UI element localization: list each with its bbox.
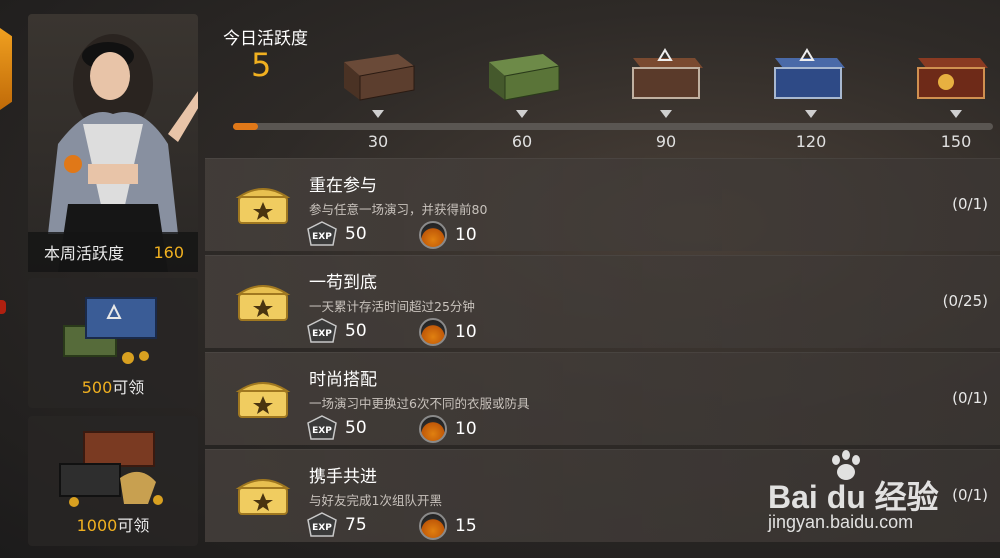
weekly-reward-1000[interactable]: 1000可领 [28, 416, 198, 546]
task-title: 携手共进 [309, 467, 377, 487]
milestone-label-30: 30 [367, 132, 389, 151]
milestone-chest-150[interactable] [910, 44, 990, 106]
exp-reward: EXP 75 [307, 512, 367, 538]
gold-coin-icon [419, 415, 447, 443]
milestone-marker-icon [805, 110, 817, 118]
reward-crate-icon [63, 297, 157, 364]
gold-coin-icon [419, 221, 447, 249]
side-menu-tab[interactable] [0, 28, 12, 110]
baidu-jingyan-watermark: Bai du 经验 jingyan.baidu.com [768, 450, 1000, 550]
milestone-marker-icon [950, 110, 962, 118]
exp-amount: 75 [345, 515, 367, 535]
gold-amount: 10 [455, 322, 477, 342]
svg-text:EXP: EXP [312, 426, 332, 436]
gold-amount: 10 [455, 419, 477, 439]
gold-reward: 10 [419, 318, 477, 346]
task-title: 一苟到底 [309, 273, 377, 293]
exp-badge-icon: EXP [307, 415, 337, 440]
exp-reward: EXP 50 [307, 318, 367, 344]
milestone-label-90: 90 [655, 132, 677, 151]
svg-text:EXP: EXP [312, 329, 332, 339]
treasure-chest-icon [235, 382, 291, 418]
treasure-chest-icon [235, 188, 291, 224]
task-title: 时尚搭配 [309, 370, 377, 390]
weekly-activity-value: 160 [153, 242, 184, 262]
gold-reward: 10 [419, 221, 477, 249]
exp-reward: EXP 50 [307, 415, 367, 441]
reward-1000-label: 1000可领 [76, 516, 150, 535]
milestone-label-150: 150 [940, 132, 972, 151]
exp-amount: 50 [345, 418, 367, 438]
gold-reward: 10 [419, 415, 477, 443]
sidebar: 本周活跃度 160 500可领 1000可领 [28, 14, 198, 558]
activity-progress-fill [233, 123, 259, 130]
watermark-url: jingyan.baidu.com [768, 512, 914, 532]
milestone-label-60: 60 [511, 132, 533, 151]
milestone-marker-icon [660, 110, 672, 118]
treasure-chest-icon [235, 479, 291, 515]
svg-text:EXP: EXP [312, 523, 332, 533]
reward-crate-stack-icon [59, 431, 163, 507]
today-activity-value: 5 [251, 46, 272, 84]
exp-amount: 50 [345, 224, 367, 244]
weekly-activity-bar: 本周活跃度 160 [28, 232, 198, 272]
task-row[interactable]: 时尚搭配 一场演习中更换过6次不同的衣服或防具 EXP 50 10 (0/1) [205, 352, 1000, 445]
milestone-marker-icon [372, 110, 384, 118]
reward-500-label: 500可领 [81, 378, 145, 397]
daily-activity-progress: 今日活跃度 5 30 60 90 120 150 [205, 14, 1000, 154]
task-progress: (0/1) [952, 195, 988, 213]
side-notice-dot [0, 300, 6, 314]
exp-reward: EXP 50 [307, 221, 367, 247]
milestone-chest-90[interactable] [625, 44, 705, 106]
gold-amount: 15 [455, 516, 477, 536]
exp-amount: 50 [345, 321, 367, 341]
activity-progress-track [233, 123, 993, 130]
milestone-chest-60[interactable] [483, 44, 563, 106]
task-title: 重在参与 [309, 176, 377, 196]
exp-badge-icon: EXP [307, 512, 337, 537]
milestone-chest-120[interactable] [767, 44, 847, 106]
milestone-chest-30[interactable] [338, 44, 418, 106]
exp-badge-icon: EXP [307, 318, 337, 343]
gold-reward: 15 [419, 512, 477, 540]
task-progress: (0/25) [942, 292, 988, 310]
task-description: 与好友完成1次组队开黑 [309, 493, 442, 508]
weekly-activity-label: 本周活跃度 [44, 244, 125, 263]
task-row[interactable]: 一苟到底 一天累计存活时间超过25分钟 EXP 50 10 (0/25) [205, 255, 1000, 348]
gold-coin-icon [419, 318, 447, 346]
milestone-marker-icon [516, 110, 528, 118]
task-description: 一天累计存活时间超过25分钟 [309, 299, 475, 314]
svg-text:EXP: EXP [312, 232, 332, 242]
weekly-reward-500[interactable]: 500可领 [28, 278, 198, 408]
milestone-label-120: 120 [795, 132, 827, 151]
task-progress: (0/1) [952, 389, 988, 407]
gold-amount: 10 [455, 225, 477, 245]
gold-coin-icon [419, 512, 447, 540]
exp-badge-icon: EXP [307, 221, 337, 246]
task-row[interactable]: 重在参与 参与任意一场演习，并获得前80 EXP 50 10 (0/1) [205, 158, 1000, 251]
task-description: 一场演习中更换过6次不同的衣服或防具 [309, 396, 530, 411]
treasure-chest-icon [235, 285, 291, 321]
task-description: 参与任意一场演习，并获得前80 [309, 202, 488, 217]
